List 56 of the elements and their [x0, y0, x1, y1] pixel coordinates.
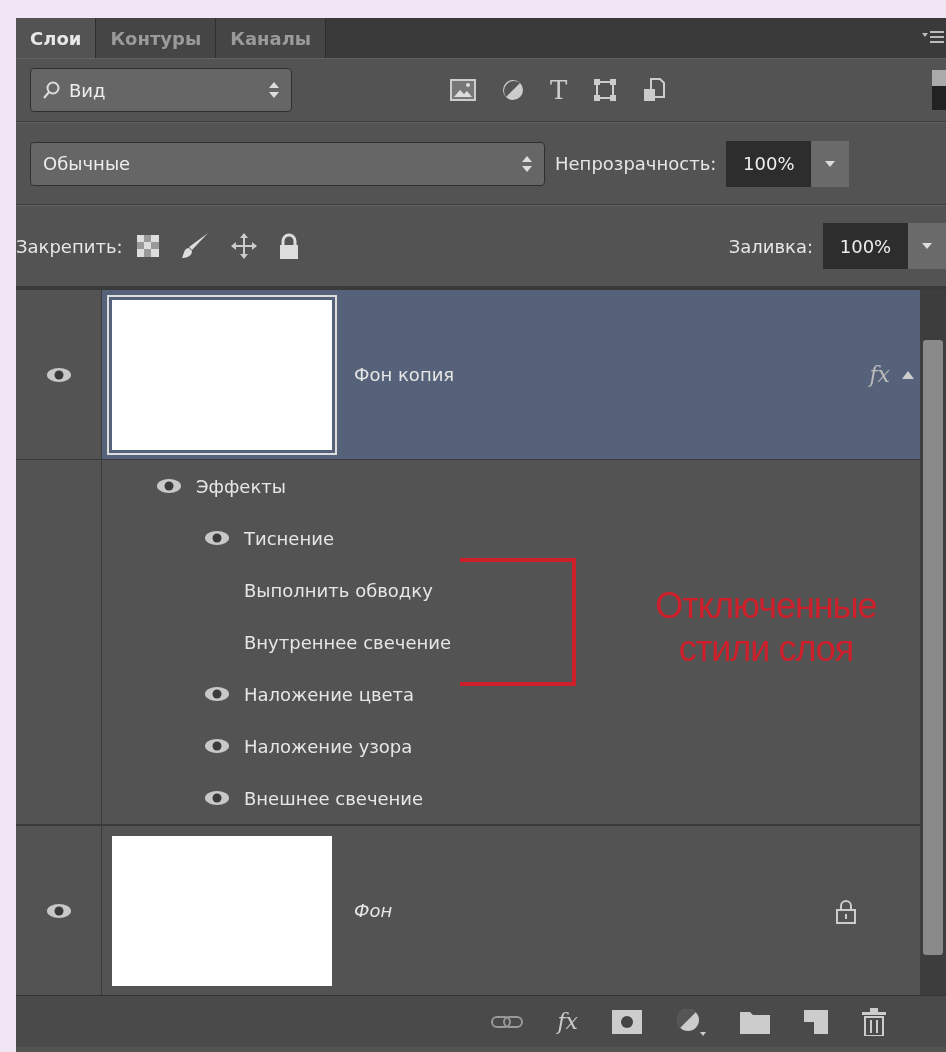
- eye-icon[interactable]: [204, 686, 230, 702]
- eye-icon[interactable]: [204, 738, 230, 754]
- move-icon[interactable]: [230, 233, 257, 259]
- effect-name[interactable]: Тиснение: [244, 524, 334, 552]
- trash-icon[interactable]: [862, 1007, 886, 1036]
- annotation-text: Отключенные стили слоя: [654, 584, 878, 671]
- scrollbar[interactable]: [920, 290, 946, 995]
- fill-label: Заливка:: [728, 234, 813, 259]
- effect-name[interactable]: Внешнее свечение: [244, 784, 424, 812]
- eye-icon[interactable]: [204, 790, 230, 806]
- eye-icon[interactable]: [204, 530, 230, 546]
- half-circle-icon[interactable]: [502, 79, 524, 101]
- lock-icon[interactable]: [278, 233, 299, 259]
- eye-icon[interactable]: [45, 902, 72, 919]
- search-icon: [43, 81, 61, 99]
- effect-name[interactable]: Внутреннее свечение: [244, 628, 451, 656]
- fx-button[interactable]: fx: [557, 1005, 578, 1038]
- opacity-field[interactable]: 100%: [726, 140, 812, 187]
- fx-icon[interactable]: fx: [869, 358, 890, 391]
- eye-icon[interactable]: [156, 478, 182, 494]
- type-filter-button[interactable]: T: [550, 77, 568, 103]
- effect-name[interactable]: Наложение цвета: [244, 680, 415, 708]
- effect-name[interactable]: Наложение узора: [244, 732, 413, 760]
- lock-label: Закрепить:: [16, 234, 123, 259]
- layer-row[interactable]: Фон: [102, 826, 920, 995]
- filter-toggle[interactable]: [932, 70, 946, 110]
- panel-tab[interactable]: Слои: [16, 18, 97, 58]
- brush-icon[interactable]: [180, 232, 209, 260]
- layer-thumbnail[interactable]: [112, 835, 332, 986]
- layer-name[interactable]: Фон: [354, 897, 393, 924]
- up-down-arrows-icon: [269, 82, 279, 98]
- panel-tab[interactable]: Контуры: [96, 18, 217, 58]
- image-icon[interactable]: [450, 79, 476, 101]
- caret-icon: [825, 160, 836, 167]
- mask-icon[interactable]: [612, 1009, 642, 1034]
- caret-icon: [922, 243, 932, 249]
- panel-menu-icon[interactable]: [922, 31, 944, 45]
- fill-field[interactable]: 100%: [823, 223, 908, 269]
- shape-icon[interactable]: [593, 78, 618, 102]
- checker-icon[interactable]: [136, 235, 159, 257]
- folder-icon[interactable]: [740, 1009, 770, 1034]
- link-icon[interactable]: [491, 1013, 524, 1030]
- caret-icon[interactable]: [902, 370, 914, 379]
- effect-name[interactable]: Выполнить обводку: [244, 576, 433, 604]
- filter-dropdown[interactable]: Вид: [30, 68, 292, 112]
- half-circle-icon[interactable]: [676, 1007, 706, 1036]
- smart-object-icon[interactable]: [643, 78, 666, 102]
- panel-tab[interactable]: Каналы: [216, 18, 327, 58]
- up-down-arrows-icon: [522, 155, 532, 172]
- opacity-label: Непрозрачность:: [555, 152, 717, 176]
- blend-mode-dropdown[interactable]: Обычные: [30, 141, 545, 186]
- layer-name[interactable]: Фон копия: [354, 361, 455, 388]
- layer-row[interactable]: Фон копия fx: [102, 290, 920, 459]
- new-layer-icon[interactable]: [804, 1009, 828, 1034]
- eye-icon[interactable]: [45, 366, 72, 383]
- effect-name[interactable]: Эффекты: [196, 472, 286, 500]
